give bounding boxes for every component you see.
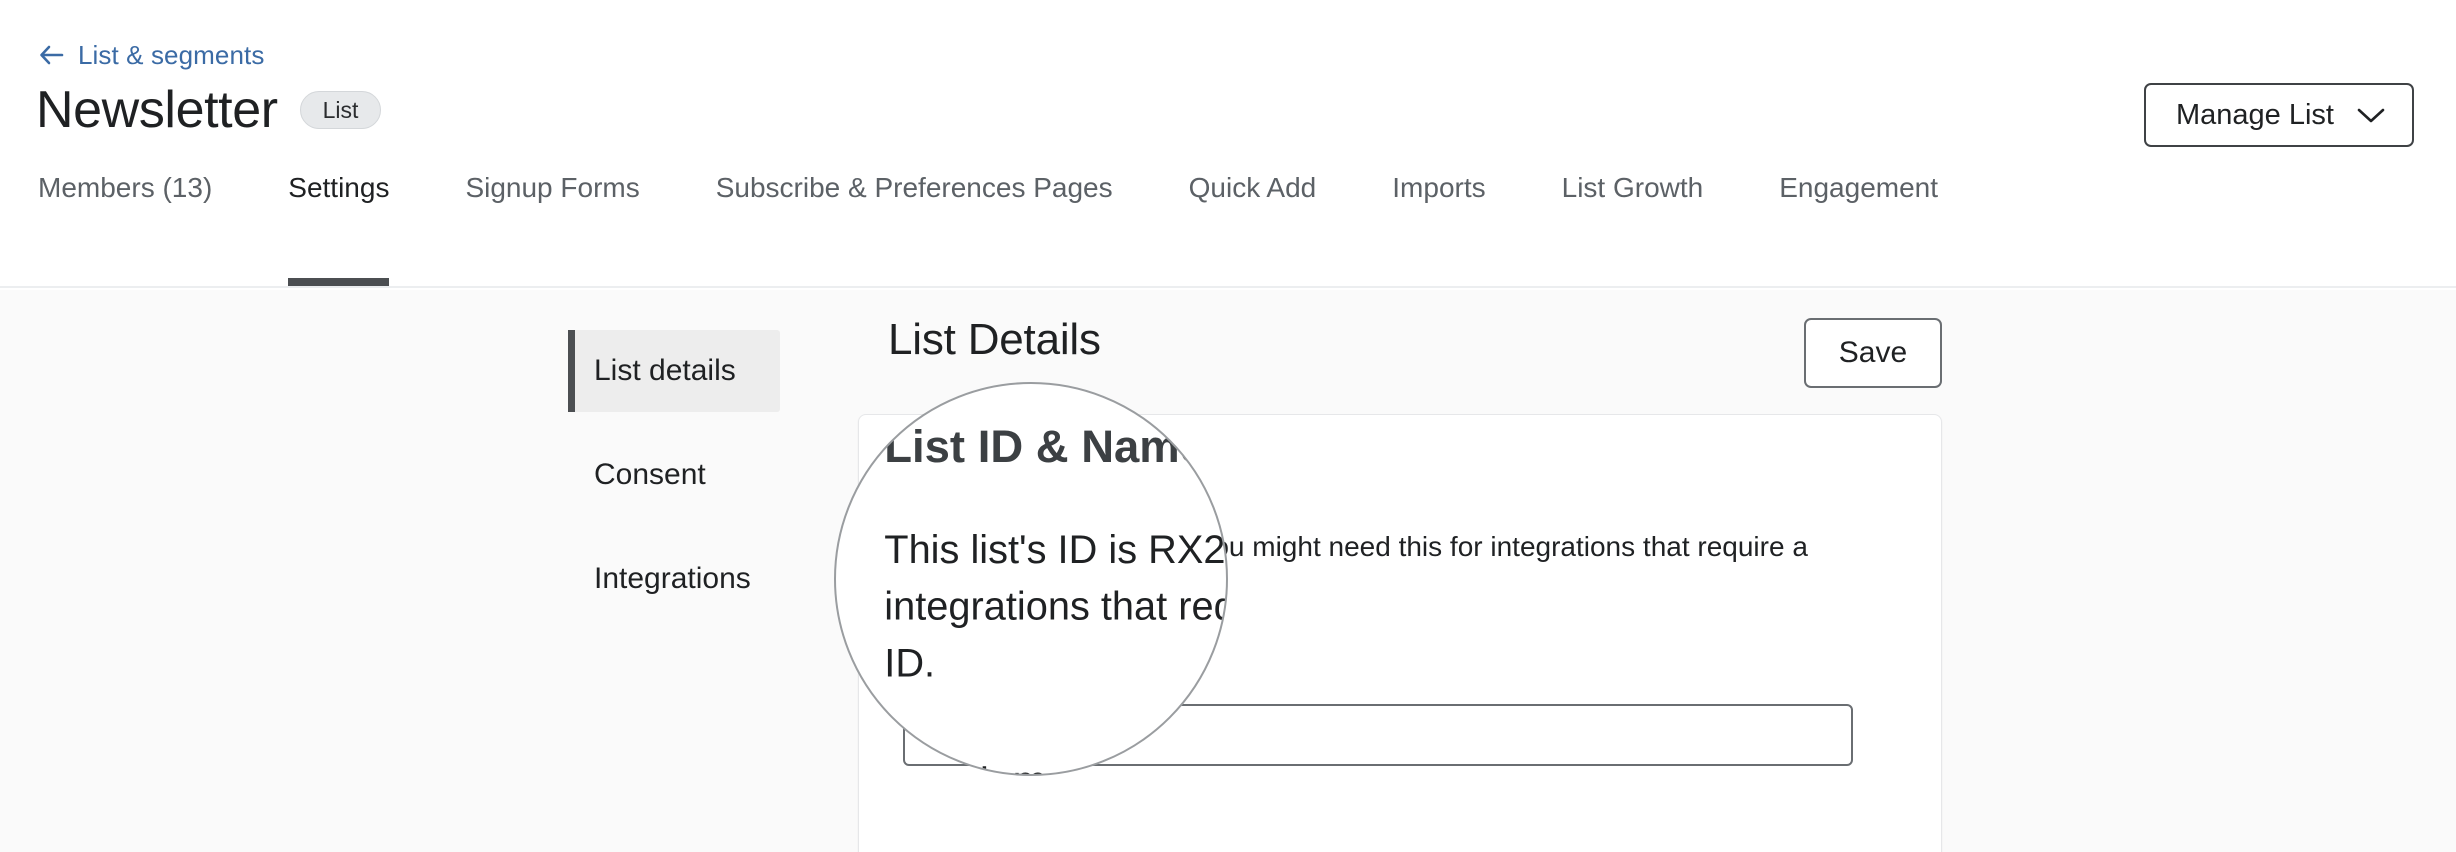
subnav-item-label: Integrations	[594, 564, 751, 594]
content-area: List details Consent Integrations List D…	[0, 290, 2456, 852]
breadcrumb-label: List & segments	[78, 42, 264, 68]
chevron-down-icon	[2356, 106, 2386, 125]
tab-list-growth[interactable]: List Growth	[1524, 156, 1742, 286]
panel-header: List Details Save	[858, 290, 1942, 414]
tab-members[interactable]: Members (13)	[38, 156, 250, 286]
subnav-item-consent[interactable]: Consent	[568, 434, 780, 516]
tab-label: Settings	[288, 174, 389, 202]
subnav-item-integrations[interactable]: Integrations	[568, 538, 780, 620]
list-name-input[interactable]	[903, 704, 1853, 766]
primary-tabs: Members (13) Settings Signup Forms Subsc…	[0, 156, 2456, 286]
tab-subscribe-preferences-pages[interactable]: Subscribe & Preferences Pages	[678, 156, 1151, 286]
list-settings-page: List & segments Newsletter List Manage L…	[0, 0, 2456, 852]
tab-label: List Growth	[1562, 174, 1704, 202]
page-title: Newsletter	[36, 82, 278, 138]
tab-label: Quick Add	[1189, 174, 1317, 202]
card-section-description: This list's ID is RX2AR. You might need …	[903, 527, 1897, 607]
tab-imports[interactable]: Imports	[1354, 156, 1523, 286]
subnav-item-label: List details	[594, 356, 736, 386]
manage-list-button[interactable]: Manage List	[2144, 83, 2414, 147]
panel-title: List Details	[888, 318, 1101, 362]
list-name-label: List Name	[903, 659, 1897, 688]
tab-settings[interactable]: Settings	[250, 156, 427, 286]
tab-label: Members (13)	[38, 174, 212, 202]
tab-signup-forms[interactable]: Signup Forms	[427, 156, 677, 286]
settings-subnav: List details Consent Integrations	[568, 330, 780, 620]
tab-quick-add[interactable]: Quick Add	[1151, 156, 1355, 286]
tab-label: Subscribe & Preferences Pages	[716, 174, 1113, 202]
breadcrumb-list-and-segments[interactable]: List & segments	[38, 42, 264, 68]
subnav-item-list-details[interactable]: List details	[568, 330, 780, 412]
tab-label: Imports	[1392, 174, 1485, 202]
tab-label: Signup Forms	[465, 174, 639, 202]
tab-engagement[interactable]: Engagement	[1741, 156, 1976, 286]
page-header: List & segments Newsletter List Manage L…	[0, 0, 2456, 288]
card-inner: List ID & Name This list's ID is RX2AR. …	[859, 415, 1941, 766]
manage-list-label: Manage List	[2176, 101, 2334, 130]
subnav-item-label: Consent	[594, 460, 706, 490]
status-badge: List	[300, 91, 382, 129]
title-row: Newsletter List	[36, 82, 381, 138]
tab-label: Engagement	[1779, 174, 1938, 202]
list-name-field-group: List Name	[903, 659, 1897, 766]
save-button[interactable]: Save	[1804, 318, 1942, 388]
arrow-left-icon	[38, 43, 65, 67]
card-section-title: List ID & Name	[903, 459, 1897, 491]
main-panel: List Details Save List ID & Name This li…	[858, 290, 1942, 852]
list-id-and-name-card: List ID & Name This list's ID is RX2AR. …	[858, 414, 1942, 852]
